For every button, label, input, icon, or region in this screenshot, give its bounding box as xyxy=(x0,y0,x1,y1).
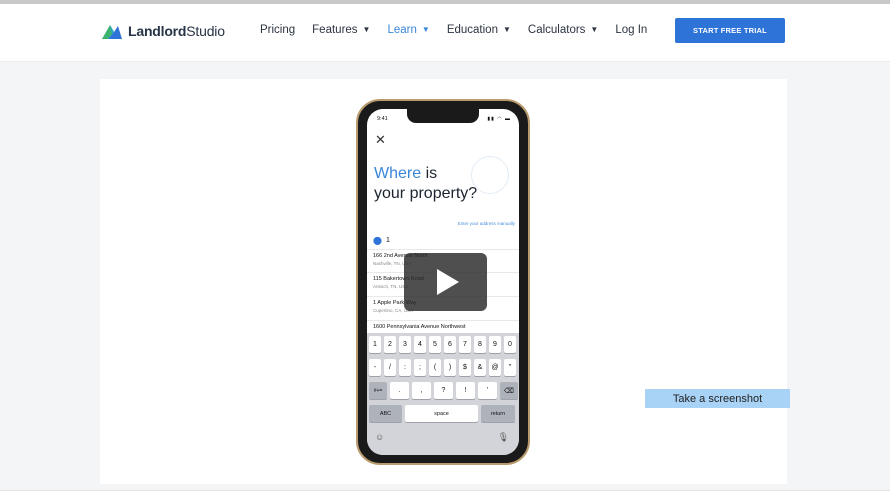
emoji-icon: ☺ xyxy=(375,432,385,442)
key: ( xyxy=(429,359,441,376)
key: #+= xyxy=(369,382,387,399)
brand-name: LandlordStudio xyxy=(128,23,225,39)
key: 5 xyxy=(429,336,441,353)
nav-item-pricing[interactable]: Pricing xyxy=(260,24,295,36)
nav-item-learn[interactable]: Learn ▼ xyxy=(387,24,429,36)
space-key: space xyxy=(405,405,478,422)
suggestion-item: 1600 Pennsylvania Avenue Northwest xyxy=(367,320,519,333)
phone-heading: Where is your property? xyxy=(374,165,478,202)
nav-item-education[interactable]: Education ▼ xyxy=(447,24,511,36)
key: " xyxy=(504,359,516,376)
key: & xyxy=(474,359,486,376)
key: - xyxy=(369,359,381,376)
chevron-down-icon: ▼ xyxy=(362,24,371,34)
key: $ xyxy=(459,359,471,376)
nav-item-login[interactable]: Log In xyxy=(615,24,647,36)
key: 1 xyxy=(369,336,381,353)
nav-item-calculators[interactable]: Calculators ▼ xyxy=(528,24,598,36)
key: ABC xyxy=(369,405,402,422)
status-time: 9:41 xyxy=(377,116,388,122)
key: 3 xyxy=(399,336,411,353)
key: ) xyxy=(444,359,456,376)
return-key: return xyxy=(481,405,515,422)
key: 7 xyxy=(459,336,471,353)
phone-keyboard: 1 2 3 4 5 6 7 8 9 0 - / : ; ( ) $ & @ " … xyxy=(367,333,519,455)
microphone-icon: 🎙 xyxy=(497,432,509,442)
play-icon xyxy=(437,269,459,295)
main-nav: Pricing Features ▼ Learn ▼ Education ▼ Calc… xyxy=(260,24,664,36)
key: . xyxy=(390,382,409,399)
key: ? xyxy=(434,382,453,399)
brand-logo[interactable]: LandlordStudio xyxy=(100,22,225,40)
phone-notch xyxy=(407,109,479,123)
key: 6 xyxy=(444,336,456,353)
key: 4 xyxy=(414,336,426,353)
chevron-down-icon: ▼ xyxy=(590,24,599,34)
close-icon: ✕ xyxy=(375,132,386,147)
address-search-field: ⬤ 1 xyxy=(373,236,390,245)
key: 2 xyxy=(384,336,396,353)
key: 9 xyxy=(489,336,501,353)
key: 8 xyxy=(474,336,486,353)
start-free-trial-button[interactable]: START FREE TRIAL xyxy=(675,18,785,43)
nav-item-features[interactable]: Features ▼ xyxy=(312,24,370,36)
page-footer-edge xyxy=(0,490,890,500)
chevron-down-icon: ▼ xyxy=(421,24,430,34)
backspace-icon: ⌫ xyxy=(500,382,518,399)
key: 0 xyxy=(504,336,516,353)
key: , xyxy=(412,382,431,399)
status-icons: ▮▮ ◠ ▬ xyxy=(487,116,511,122)
key: ; xyxy=(414,359,426,376)
site-header: LandlordStudio Pricing Features ▼ Learn ▼ … xyxy=(0,4,890,62)
landlord-studio-logo-icon xyxy=(102,25,122,39)
enter-address-manually-link: Enter your address manually xyxy=(457,221,515,226)
chevron-down-icon: ▼ xyxy=(502,24,511,34)
key: / xyxy=(384,359,396,376)
key: ! xyxy=(456,382,475,399)
key: @ xyxy=(489,359,501,376)
key: : xyxy=(399,359,411,376)
take-screenshot-tooltip[interactable]: Take a screenshot xyxy=(645,389,790,408)
play-button[interactable] xyxy=(404,253,487,311)
map-pin-icon: ⬤ xyxy=(373,236,382,245)
key: ' xyxy=(478,382,497,399)
